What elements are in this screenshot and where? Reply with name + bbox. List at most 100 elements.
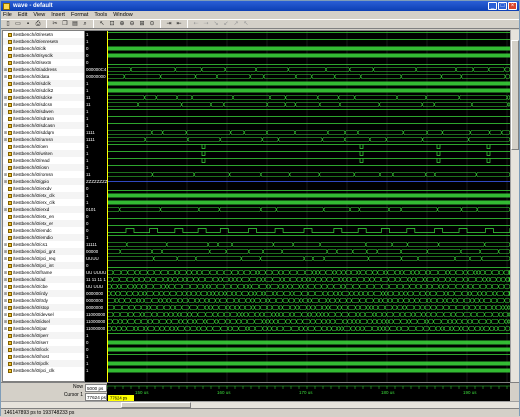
prev-fall-icon[interactable]: ↘ [212, 20, 220, 28]
signal-name-row[interactable]: ⊞/testbench/i0/stop [3, 304, 84, 311]
bus-segment [455, 277, 464, 282]
signal-name-row[interactable]: /testbench/i0/serr [3, 339, 84, 346]
bus-segment [350, 277, 358, 282]
bus-segment [184, 326, 191, 331]
pointer-icon[interactable]: ↖ [98, 20, 106, 28]
waveform-pane[interactable] [107, 30, 510, 382]
signal-name-row[interactable]: /testbench/i0/erx_clk [3, 199, 84, 206]
signal-name-row[interactable]: /testbench/i0/writen [3, 150, 84, 157]
signal-name-row[interactable]: /testbench/i0/iosn [3, 164, 84, 171]
signal-name-row[interactable]: /testbench/i0/sysclk [3, 52, 84, 59]
prev-edge-icon[interactable]: ⇠ [192, 20, 200, 28]
signal-name-row[interactable]: /testbench/i0/resetn [3, 31, 84, 38]
signal-name-row[interactable]: /testbench/i0/enresetn [3, 38, 84, 45]
menu-window[interactable]: Window [113, 12, 133, 18]
signal-name-row[interactable]: /testbench/i0/pci_int [3, 262, 84, 269]
signal-name-row[interactable]: ⊞/testbench/i0/ramsn [3, 136, 84, 143]
next-fall-icon[interactable]: ↙ [222, 20, 230, 28]
bus-segment [137, 102, 182, 107]
signal-name-row[interactable]: /testbench/i0/sdclk2 [3, 87, 84, 94]
bus-segment [337, 291, 343, 296]
signal-name-row[interactable]: ⊞/testbench/i0/erxd [3, 206, 84, 213]
signal-name-row[interactable]: ⊞/testbench/i0/pci_req [3, 255, 84, 262]
copy-icon[interactable]: ❐ [61, 20, 69, 28]
signal-name-row[interactable]: /testbench/i0/read [3, 157, 84, 164]
zoom-out-icon[interactable]: ⊖ [128, 20, 136, 28]
signal-name-row[interactable]: ⊞/testbench/i0/romsn [3, 171, 84, 178]
bus-segment [338, 277, 344, 282]
menu-view[interactable]: View [33, 12, 45, 18]
signal-name-row[interactable]: /testbench/i0/clk [3, 45, 84, 52]
minimize-button[interactable]: _ [488, 2, 497, 10]
bus-segment [260, 298, 267, 303]
menu-tools[interactable]: Tools [94, 12, 107, 18]
cursor-value[interactable]: 77624 ps [85, 393, 107, 401]
signal-name-row[interactable]: ⊞/testbench/i0/ad [3, 276, 84, 283]
signal-name-row[interactable]: /testbench/i0/sdwen [3, 108, 84, 115]
signal-name-row[interactable]: /testbench/i0/lock [3, 346, 84, 353]
next-edge-icon[interactable]: ⇢ [202, 20, 210, 28]
find-icon[interactable]: ⌕ [81, 20, 89, 28]
zoom-in-icon[interactable]: ⊕ [118, 20, 126, 28]
cut-icon[interactable]: ✂ [51, 20, 59, 28]
signal-icon [8, 319, 12, 324]
time-ruler-canvas[interactable]: 150 us 160 us 170 us 180 us 190 us 77624 ps [106, 383, 510, 402]
signal-name-row[interactable]: ⊞/testbench/i0/cs1 [3, 241, 84, 248]
bus-segment [186, 130, 231, 135]
signal-name-row[interactable]: ⊞/testbench/i0/sdcke [3, 94, 84, 101]
signal-name-row[interactable]: ⊞/testbench/i0/address [3, 66, 84, 73]
signal-name-row[interactable]: ⊞/testbench/i0/data [3, 73, 84, 80]
zoom-full-icon[interactable]: ⊞ [138, 20, 146, 28]
menu-edit[interactable]: Edit [18, 12, 27, 18]
zoom-mode-icon[interactable]: ⊡ [108, 20, 116, 28]
signal-name-row[interactable]: /testbench/i0/sdrasn [3, 115, 84, 122]
signal-name-row[interactable]: ⊞/testbench/i0/frame [3, 269, 84, 276]
cursor-label[interactable]: Cursor 1 [64, 392, 83, 398]
maximize-button[interactable]: □ [498, 2, 507, 10]
signal-name-row[interactable]: /testbench/i0/emdio [3, 234, 84, 241]
next-rise-icon[interactable]: ↖ [242, 20, 250, 28]
time-ruler[interactable]: 150 us 160 us 170 us 180 us 190 us 77624 ps [106, 383, 510, 402]
menu-insert[interactable]: Insert [51, 12, 65, 18]
signal-name-row[interactable]: /testbench/i0/pci_clk [3, 367, 84, 374]
delete-cursor-icon[interactable]: ⇤ [175, 20, 183, 28]
signal-name-row[interactable]: /testbench/i0/etx_en [3, 213, 84, 220]
vertical-scroll-thumb[interactable] [511, 40, 519, 150]
signal-name-row[interactable]: /testbench/i0/etx_clk [3, 192, 84, 199]
signal-name-row[interactable]: ⊞/testbench/i0/irdy [3, 290, 84, 297]
signal-name-row[interactable]: /testbench/i0/oen [3, 143, 84, 150]
signal-name-row[interactable]: ⊞/testbench/i0/par [3, 325, 84, 332]
signal-name-row[interactable]: /testbench/i0/emdc [3, 227, 84, 234]
signal-name-row[interactable]: ⊞/testbench/i0/devsel [3, 311, 84, 318]
signal-name-row[interactable]: /testbench/i0/perr [3, 332, 84, 339]
signal-name-row[interactable]: ⊞/testbench/i0/sddqm [3, 129, 84, 136]
zoom-cursor-icon[interactable]: ⊙ [148, 20, 156, 28]
signal-name-row[interactable]: ⊞/testbench/i0/trdy [3, 297, 84, 304]
new-icon[interactable]: ▯ [4, 20, 12, 28]
signal-name-row[interactable]: /testbench/i0/host [3, 353, 84, 360]
vertical-scrollbar[interactable] [510, 30, 519, 382]
menu-file[interactable]: File [3, 12, 12, 18]
signal-name-row[interactable]: ⊞/testbench/i0/cbe [3, 283, 84, 290]
signal-name-row[interactable]: /testbench/i0/sextn [3, 59, 84, 66]
menu-format[interactable]: Format [71, 12, 88, 18]
signal-name-row[interactable]: /testbench/i0/erxdv [3, 185, 84, 192]
signal-name-row[interactable]: /testbench/i0/pclk [3, 360, 84, 367]
print-icon[interactable]: ⎙ [34, 20, 42, 28]
save-icon[interactable]: ▪ [24, 20, 32, 28]
prev-rise-icon[interactable]: ↗ [232, 20, 240, 28]
close-button[interactable]: × [508, 2, 517, 10]
signal-name-row[interactable]: ⊞/testbench/i0/sdcsn [3, 101, 84, 108]
signal-name-row[interactable]: /testbench/i0/sdcasn [3, 122, 84, 129]
bus-segment [177, 326, 185, 331]
open-icon[interactable]: ▭ [14, 20, 22, 28]
signal-name-row[interactable]: ⊞/testbench/i0/pci_gnt [3, 248, 84, 255]
waveform-canvas[interactable] [107, 31, 510, 382]
signal-name-row[interactable]: /testbench/i0/etx_er [3, 220, 84, 227]
signal-name-row[interactable]: /testbench/i0/sdclk [3, 80, 84, 87]
signal-name-row[interactable]: ⊞/testbench/i0/idsel [3, 318, 84, 325]
signal-name-row[interactable]: ⊞/testbench/i0/gpio [3, 178, 84, 185]
paste-icon[interactable]: ▤ [71, 20, 79, 28]
horizontal-scrollbar[interactable] [1, 401, 519, 408]
add-cursor-icon[interactable]: ⇥ [165, 20, 173, 28]
